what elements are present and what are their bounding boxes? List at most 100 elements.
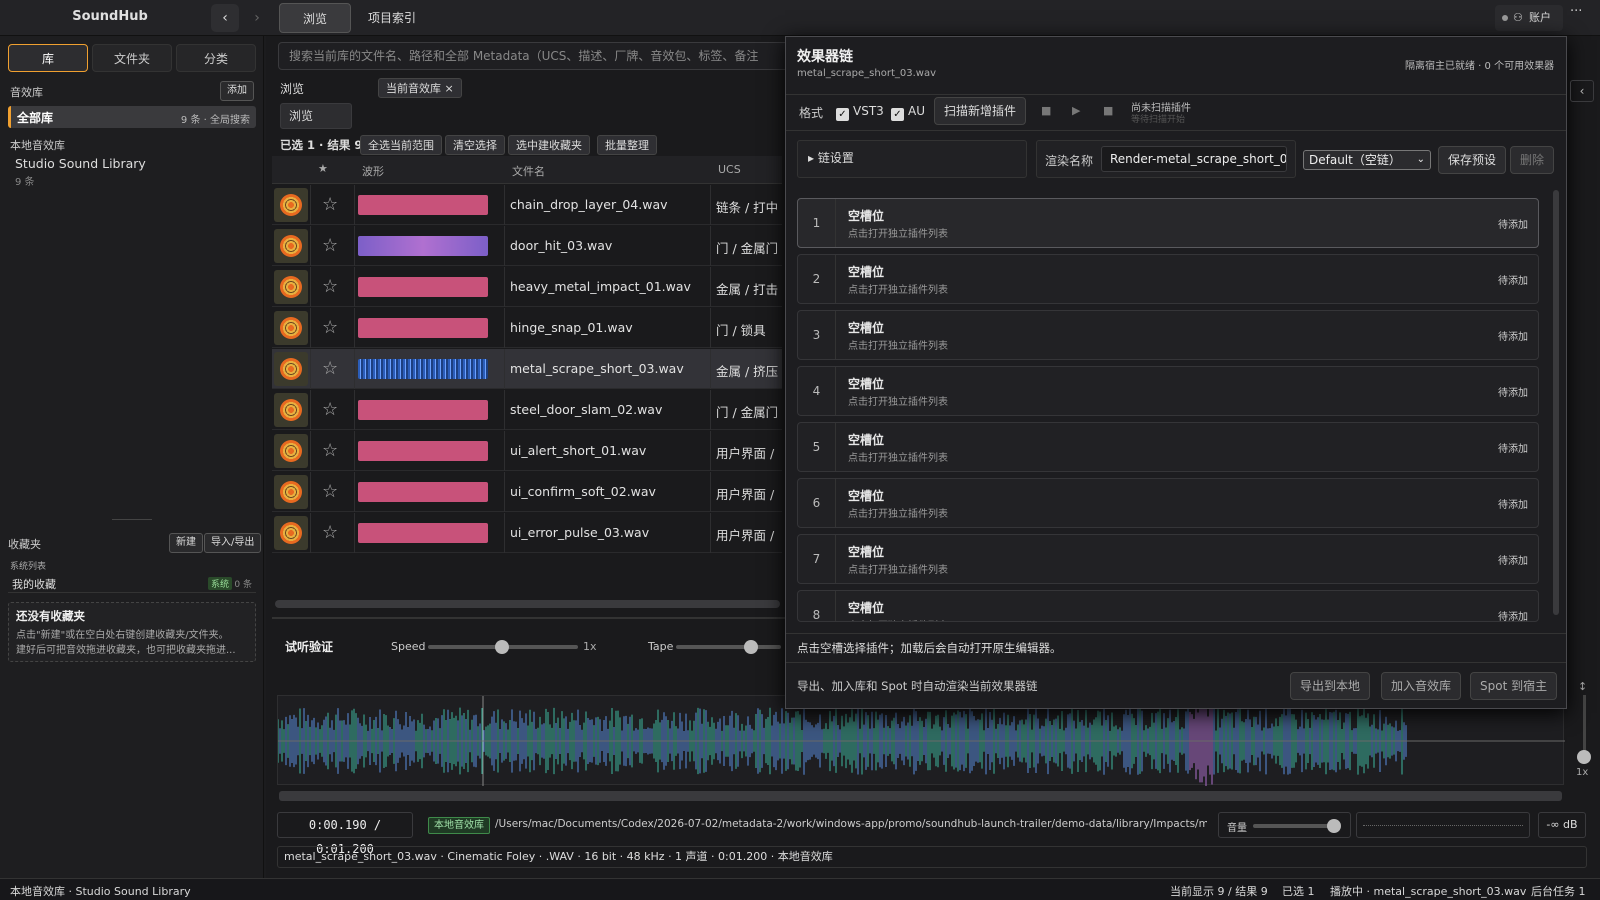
fx-slot-7[interactable]: 7 空槽位 点击打开独立插件列表 待添加	[797, 534, 1539, 584]
volume-knob[interactable]	[1327, 819, 1341, 833]
table-row[interactable]: ☆ ui_confirm_soft_02.wav 用户界面 /	[272, 472, 782, 512]
my-favorites-count: 0 条	[234, 580, 252, 590]
target-icon[interactable]	[274, 393, 308, 427]
table-row[interactable]: ☆ metal_scrape_short_03.wav 金属 / 挤压	[272, 349, 782, 389]
studio-library-item[interactable]: Studio Sound Library 9 条	[8, 153, 256, 188]
target-icon[interactable]	[274, 352, 308, 386]
waveform-thumbnail[interactable]	[358, 441, 488, 461]
spot-host-button[interactable]: Spot 到宿主	[1470, 672, 1558, 700]
file-path[interactable]: /Users/mac/Documents/Codex/2026-07-02/me…	[495, 818, 1207, 830]
vst3-checkbox[interactable]: ✓ VST3	[836, 104, 884, 121]
stop-icon[interactable]: ■	[1041, 104, 1051, 117]
chain-settings-toggle[interactable]: ▸ 链设置	[797, 140, 1027, 178]
table-row[interactable]: ☆ chain_drop_layer_04.wav 链条 / 打中	[272, 185, 782, 225]
batch-organize-button[interactable]: 批量整理	[597, 135, 657, 155]
all-library-item[interactable]: 全部库 9 条 · 全局搜索	[8, 106, 256, 128]
star-icon[interactable]: ☆	[322, 317, 338, 338]
vertical-zoom-knob[interactable]	[1577, 750, 1591, 764]
clear-selection-button[interactable]: 清空选择	[445, 135, 505, 155]
select-all-button[interactable]: 全选当前范围	[360, 135, 442, 155]
waveform-thumbnail[interactable]	[358, 236, 488, 256]
tape-knob[interactable]	[744, 640, 758, 654]
forward-button[interactable]: ›	[243, 4, 271, 32]
header-star[interactable]: ★	[318, 162, 328, 175]
tape-slider[interactable]	[676, 645, 781, 649]
account-button[interactable]: ⚇ 账户	[1495, 5, 1563, 31]
delete-preset-button[interactable]: 删除	[1510, 146, 1555, 174]
star-icon[interactable]: ☆	[322, 522, 338, 543]
waveform-thumbnail[interactable]	[358, 195, 488, 215]
star-icon[interactable]: ☆	[322, 399, 338, 420]
back-button[interactable]: ‹	[211, 4, 239, 32]
vertical-zoom-track[interactable]	[1583, 695, 1586, 755]
collapse-panel-icon[interactable]: ‹	[1570, 80, 1594, 102]
segment-folder[interactable]: 文件夹	[92, 44, 172, 72]
scan-plugins-button[interactable]: 扫描新增插件	[934, 97, 1027, 125]
fx-slot-8[interactable]: 8 空槽位点击打开独立插件列表 待添加	[797, 590, 1539, 622]
waveform-thumbnail[interactable]	[358, 318, 488, 338]
speed-knob[interactable]	[495, 640, 509, 654]
filter-chip[interactable]: 当前音效库 ×	[378, 78, 462, 98]
target-icon[interactable]	[274, 229, 308, 263]
subtab-browse[interactable]: 浏览	[280, 103, 352, 129]
header-ucs[interactable]: UCS	[718, 163, 741, 176]
star-icon[interactable]: ☆	[322, 276, 338, 297]
tab-browse[interactable]: 浏览	[279, 3, 351, 33]
zoom-arrow-icon[interactable]: ↕	[1578, 680, 1587, 693]
table-row[interactable]: ☆ door_hit_03.wav 门 / 金属门	[272, 226, 782, 266]
fx-slot-3[interactable]: 3 空槽位 点击打开独立插件列表 待添加	[797, 310, 1539, 360]
render-name-input[interactable]: Render-metal_scrape_short_03	[1101, 146, 1287, 172]
target-icon[interactable]	[274, 270, 308, 304]
file-info: metal_scrape_short_03.wav · Cinematic Fo…	[277, 846, 1587, 868]
table-row[interactable]: ☆ ui_alert_short_01.wav 用户界面 /	[272, 431, 782, 471]
fx-slot-6[interactable]: 6 空槽位 点击打开独立插件列表 待添加	[797, 478, 1539, 528]
target-icon[interactable]	[274, 475, 308, 509]
target-icon[interactable]	[274, 188, 308, 222]
new-favorite-button[interactable]: 新建	[169, 533, 203, 553]
volume-control[interactable]: 音量	[1218, 812, 1351, 838]
waveform-thumbnail[interactable]	[358, 359, 488, 379]
tab-project-index[interactable]: 项目索引	[356, 3, 428, 33]
header-filename[interactable]: 文件名	[512, 163, 545, 179]
table-row[interactable]: ☆ ui_error_pulse_03.wav 用户界面 /	[272, 513, 782, 553]
slots-scrollbar[interactable]	[1553, 190, 1559, 615]
square-icon[interactable]: ■	[1103, 104, 1113, 117]
header-waveform[interactable]: 波形	[362, 163, 384, 179]
table-row[interactable]: ☆ hinge_snap_01.wav 门 / 锁具	[272, 308, 782, 348]
segment-category[interactable]: 分类	[176, 44, 256, 72]
timeline-scrollbar[interactable]	[279, 791, 1562, 801]
export-local-button[interactable]: 导出到本地	[1290, 672, 1371, 700]
my-favorites-item[interactable]: 我的收藏 系统 0 条	[8, 573, 256, 593]
target-icon[interactable]	[274, 516, 308, 550]
star-icon[interactable]: ☆	[322, 481, 338, 502]
preset-select[interactable]: Default（空链） ⌄	[1303, 150, 1431, 170]
add-library-button[interactable]: 添加	[220, 81, 254, 101]
more-icon[interactable]: ···	[1570, 4, 1582, 19]
create-favorite-button[interactable]: 选中建收藏夹	[508, 135, 590, 155]
add-library-fx-button[interactable]: 加入音效库	[1381, 672, 1462, 700]
search-input[interactable]: 搜索当前库的文件名、路径和全部 Metadata（UCS、描述、厂牌、音效包、标…	[278, 42, 798, 70]
resize-handle[interactable]	[112, 519, 152, 520]
star-icon[interactable]: ☆	[322, 440, 338, 461]
fx-slot-1[interactable]: 1 空槽位 点击打开独立插件列表 待添加	[797, 198, 1539, 248]
fx-slot-5[interactable]: 5 空槽位 点击打开独立插件列表 待添加	[797, 422, 1539, 472]
waveform-thumbnail[interactable]	[358, 523, 488, 543]
waveform-thumbnail[interactable]	[358, 482, 488, 502]
fx-slot-4[interactable]: 4 空槽位 点击打开独立插件列表 待添加	[797, 366, 1539, 416]
target-icon[interactable]	[274, 311, 308, 345]
table-row[interactable]: ☆ steel_door_slam_02.wav 门 / 金属门	[272, 390, 782, 430]
fx-slot-2[interactable]: 2 空槽位 点击打开独立插件列表 待添加	[797, 254, 1539, 304]
target-icon[interactable]	[274, 434, 308, 468]
star-icon[interactable]: ☆	[322, 235, 338, 256]
waveform-thumbnail[interactable]	[358, 277, 488, 297]
segment-library[interactable]: 库	[8, 44, 88, 72]
import-export-button[interactable]: 导入/导出	[204, 533, 262, 553]
save-preset-button[interactable]: 保存预设	[1438, 146, 1507, 174]
table-scrollbar[interactable]	[275, 600, 780, 608]
au-checkbox[interactable]: ✓ AU	[891, 104, 925, 121]
table-row[interactable]: ☆ heavy_metal_impact_01.wav 金属 / 打击	[272, 267, 782, 307]
play-icon[interactable]: ▶	[1072, 104, 1080, 117]
waveform-thumbnail[interactable]	[358, 400, 488, 420]
star-icon[interactable]: ☆	[322, 358, 338, 379]
star-icon[interactable]: ☆	[322, 194, 338, 215]
